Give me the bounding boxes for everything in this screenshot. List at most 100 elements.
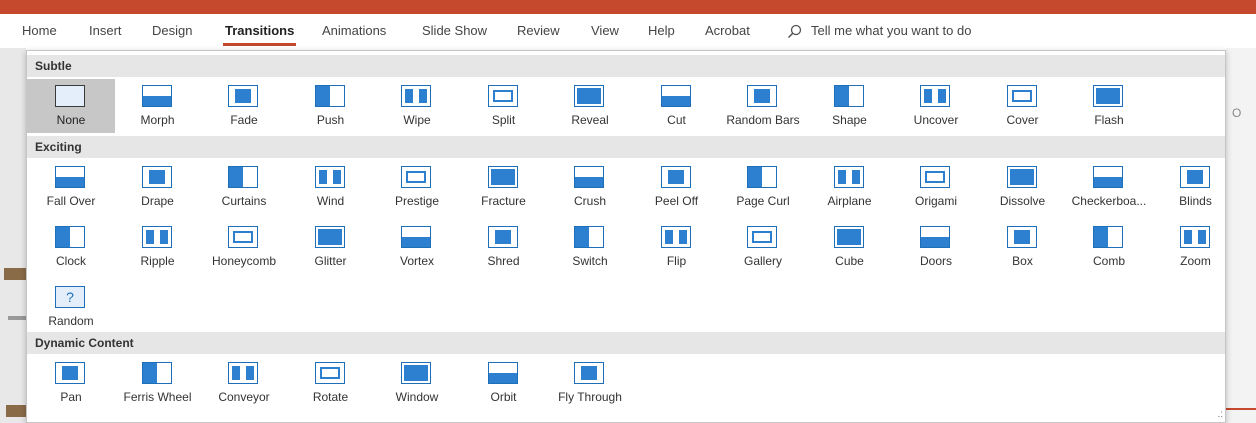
transition-vortex[interactable]: Vortex — [373, 220, 461, 274]
transition-label: Doors — [919, 254, 952, 268]
wind-icon — [314, 166, 345, 188]
transition-zoom[interactable]: Zoom — [1152, 220, 1240, 274]
transition-airplane[interactable]: Airplane — [806, 160, 894, 214]
slide-thumbnail — [6, 405, 26, 417]
transition-fracture[interactable]: Fracture — [460, 160, 548, 214]
transition-glitter[interactable]: Glitter — [287, 220, 375, 274]
transition-rotate[interactable]: Rotate — [287, 356, 375, 410]
rotate-icon — [314, 362, 345, 384]
transition-label: Orbit — [490, 390, 517, 404]
tab-insert[interactable]: Insert — [89, 23, 122, 38]
transition-switch[interactable]: Switch — [546, 220, 634, 274]
transition-doors[interactable]: Doors — [892, 220, 980, 274]
transition-flip[interactable]: Flip — [633, 220, 721, 274]
transition-window[interactable]: Window — [373, 356, 461, 410]
tab-animations[interactable]: Animations — [322, 23, 386, 38]
transition-fly-through[interactable]: Fly Through — [546, 356, 634, 410]
tab-review[interactable]: Review — [517, 23, 560, 38]
tab-home[interactable]: Home — [22, 23, 57, 38]
transition-random-bars[interactable]: Random Bars — [719, 79, 807, 133]
transition-random[interactable]: ? Random — [27, 280, 115, 334]
tab-help[interactable]: Help — [648, 23, 675, 38]
flip-icon — [660, 226, 691, 248]
transition-morph[interactable]: Morph — [114, 79, 202, 133]
transition-none[interactable]: None — [27, 79, 115, 133]
transition-orbit[interactable]: Orbit — [460, 356, 548, 410]
resize-grip-icon[interactable]: .: — [1217, 409, 1223, 420]
doors-icon — [920, 226, 950, 248]
tab-slide-show[interactable]: Slide Show — [422, 23, 487, 38]
transition-push[interactable]: Push — [287, 79, 375, 133]
transition-label: Split — [491, 113, 516, 127]
search-icon — [787, 24, 802, 39]
transition-label: Window — [395, 390, 439, 404]
window-icon — [401, 362, 431, 384]
transition-origami[interactable]: Origami — [892, 160, 980, 214]
tab-transitions[interactable]: Transitions — [222, 23, 297, 46]
transition-wind[interactable]: Wind — [287, 160, 375, 214]
random-icon: ? — [55, 286, 85, 308]
flash-icon — [1093, 85, 1123, 107]
cut-icon — [660, 85, 691, 107]
split-icon — [487, 85, 518, 107]
transition-label: Random Bars — [726, 113, 800, 127]
tab-design[interactable]: Design — [152, 23, 192, 38]
switch-icon — [574, 226, 604, 248]
gallery-icon — [747, 226, 777, 248]
transition-label: Zoom — [1180, 254, 1211, 268]
transition-clock[interactable]: Clock — [27, 220, 115, 274]
transition-curtains[interactable]: Curtains — [200, 160, 288, 214]
transition-cut[interactable]: Cut — [633, 79, 721, 133]
transition-ferris-wheel[interactable]: Ferris Wheel — [114, 356, 202, 410]
transition-prestige[interactable]: Prestige — [373, 160, 461, 214]
transition-conveyor[interactable]: Conveyor — [200, 356, 288, 410]
transition-fade[interactable]: Fade — [200, 79, 288, 133]
transition-cover[interactable]: Cover — [979, 79, 1067, 133]
transition-checkerboa[interactable]: Checkerboa... — [1065, 160, 1153, 214]
transition-uncover[interactable]: Uncover — [892, 79, 980, 133]
transition-peel-off[interactable]: Peel Off — [633, 160, 721, 214]
transition-crush[interactable]: Crush — [546, 160, 634, 214]
tab-acrobat[interactable]: Acrobat — [705, 23, 750, 38]
honeycomb-icon — [228, 226, 258, 248]
transition-comb[interactable]: Comb — [1065, 220, 1153, 274]
accent-line — [1226, 408, 1256, 410]
transition-fall-over[interactable]: Fall Over — [27, 160, 115, 214]
transition-ripple[interactable]: Ripple — [114, 220, 202, 274]
transition-label: Origami — [914, 194, 957, 208]
reveal-icon — [574, 85, 604, 107]
transition-label: Switch — [572, 254, 608, 268]
transition-label: Crush — [573, 194, 606, 208]
transition-wipe[interactable]: Wipe — [373, 79, 461, 133]
curtains-icon — [228, 166, 258, 188]
glitter-icon — [314, 226, 345, 248]
section-header-dynamic-content: Dynamic Content — [27, 332, 1225, 354]
transition-label: Shape — [832, 113, 867, 127]
transition-pan[interactable]: Pan — [27, 356, 115, 410]
transition-honeycomb[interactable]: Honeycomb — [200, 220, 288, 274]
transition-flash[interactable]: Flash — [1065, 79, 1153, 133]
transition-drape[interactable]: Drape — [114, 160, 202, 214]
origami-icon — [920, 166, 950, 188]
transition-shred[interactable]: Shred — [460, 220, 548, 274]
partial-label: O — [1232, 106, 1242, 120]
transition-label: Uncover — [913, 113, 959, 127]
transition-split[interactable]: Split — [460, 79, 548, 133]
transition-label: Wipe — [403, 113, 431, 127]
transition-label: Page Curl — [736, 194, 790, 208]
transition-shape[interactable]: Shape — [806, 79, 894, 133]
transition-label: Ferris Wheel — [123, 390, 192, 404]
transition-reveal[interactable]: Reveal — [546, 79, 634, 133]
fracture-icon — [487, 166, 518, 188]
transition-dissolve[interactable]: Dissolve — [979, 160, 1067, 214]
tab-view[interactable]: View — [591, 23, 619, 38]
transition-blinds[interactable]: Blinds — [1152, 160, 1240, 214]
transition-gallery[interactable]: Gallery — [719, 220, 807, 274]
transition-box[interactable]: Box — [979, 220, 1067, 274]
fade-icon — [228, 85, 258, 107]
transition-label: Flip — [666, 254, 687, 268]
transition-cube[interactable]: Cube — [806, 220, 894, 274]
orbit-icon — [487, 362, 518, 384]
transition-page-curl[interactable]: Page Curl — [719, 160, 807, 214]
push-icon — [314, 85, 345, 107]
